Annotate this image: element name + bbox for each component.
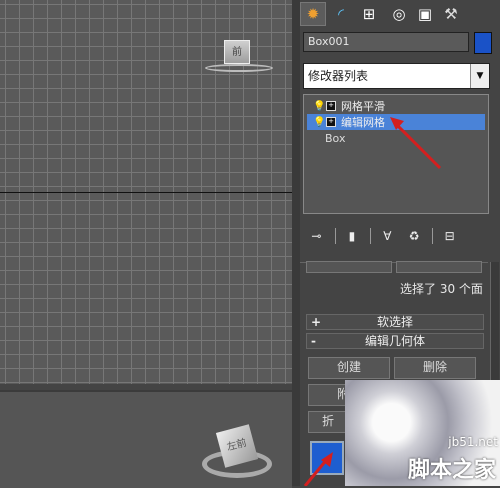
viewport-divider[interactable]: [0, 192, 292, 193]
create-button[interactable]: 创建: [308, 357, 390, 379]
rollout-sign: -: [311, 334, 316, 348]
configure-modifier-sets-icon[interactable]: ⊟: [441, 227, 458, 245]
rollout-soft-selection[interactable]: + 软选择: [306, 314, 484, 330]
rollout-title: 软选择: [376, 315, 413, 329]
rollout-edit-geometry[interactable]: - 编辑几何体: [306, 333, 484, 349]
toolbar-separator: [334, 228, 336, 244]
remove-modifier-icon[interactable]: ♻: [406, 227, 423, 245]
partial-button-top-left[interactable]: [306, 261, 392, 273]
selected-blue-button[interactable]: [310, 441, 344, 475]
viewport-separator: [292, 0, 300, 486]
viewcube-top[interactable]: 前: [205, 38, 273, 78]
delete-button[interactable]: 删除: [394, 357, 476, 379]
toolbar-separator: [370, 228, 372, 244]
viewcube-bottom[interactable]: 左前: [202, 424, 272, 478]
show-end-result-icon[interactable]: ▮: [344, 227, 361, 245]
watermark-brand: 脚本之家: [407, 458, 496, 483]
stack-toolbar: ⊸ ▮ ∀ ♻ ⊟: [308, 226, 468, 246]
toolbar-separator: [432, 228, 434, 244]
selection-status: 选择了 30 个面: [400, 282, 483, 296]
make-unique-icon[interactable]: ∀: [379, 227, 396, 245]
partial-button-top-right[interactable]: [396, 261, 482, 273]
watermark-site: jb51.net: [448, 435, 498, 449]
viewcube-face[interactable]: 前: [224, 40, 250, 64]
rollout-sign: +: [311, 315, 322, 329]
viewcube-ring[interactable]: [205, 64, 273, 72]
rollout-title: 编辑几何体: [364, 334, 425, 348]
partial-button[interactable]: 折: [308, 411, 348, 433]
pin-stack-icon[interactable]: ⊸: [308, 227, 325, 245]
red-arrow-annotation: [390, 117, 442, 170]
